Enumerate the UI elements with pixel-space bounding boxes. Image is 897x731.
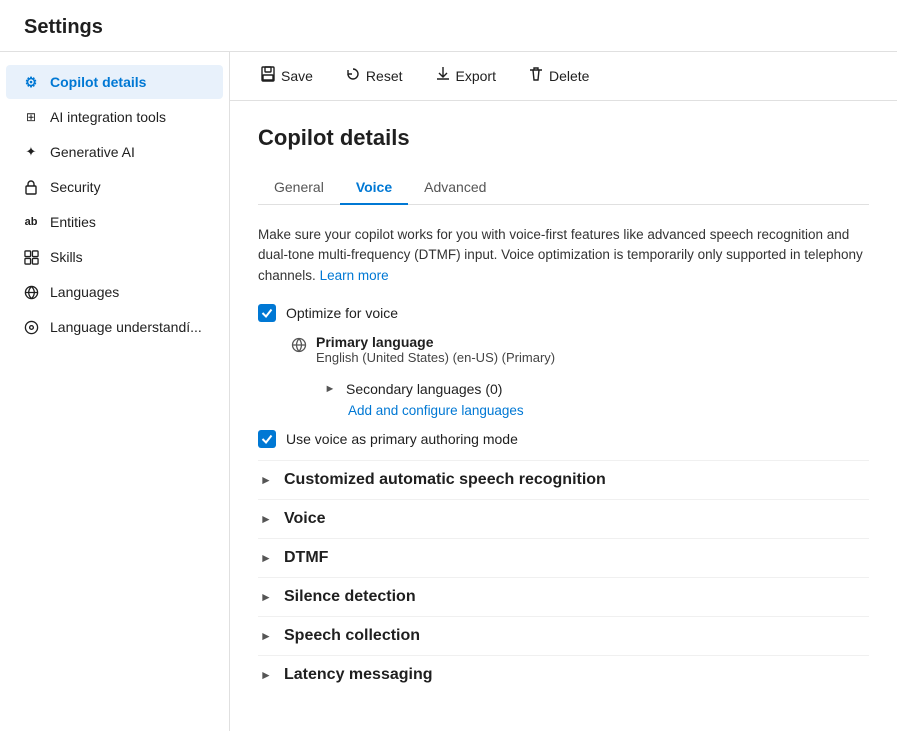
section-latency-messaging-label: Latency messaging xyxy=(284,666,433,684)
tabs-container: General Voice Advanced xyxy=(258,171,869,205)
add-configure-link[interactable]: Add and configure languages xyxy=(348,403,869,418)
languages-icon xyxy=(22,283,40,301)
sidebar-item-language-understanding[interactable]: Language understandí... xyxy=(6,310,223,344)
delete-icon xyxy=(528,66,544,86)
tab-advanced[interactable]: Advanced xyxy=(408,171,502,205)
link-icon: ⊞ xyxy=(22,108,40,126)
sidebar-item-languages[interactable]: Languages xyxy=(6,275,223,309)
section-dtmf-label: DTMF xyxy=(284,549,328,567)
chevron-right-icon: ► xyxy=(258,550,274,566)
section-latency-messaging[interactable]: ► Latency messaging xyxy=(258,655,869,694)
sidebar-item-label: Language understandí... xyxy=(50,319,202,335)
copilot-details-title: Copilot details xyxy=(258,125,869,151)
primary-lang-row: Primary language English (United States)… xyxy=(290,334,869,365)
sidebar-item-label: Languages xyxy=(50,284,119,300)
reset-label: Reset xyxy=(366,68,403,84)
optimize-voice-row[interactable]: Optimize for voice xyxy=(258,304,869,322)
section-custom-asr-label: Customized automatic speech recognition xyxy=(284,471,606,489)
chevron-right-icon: ► xyxy=(258,589,274,605)
skills-icon xyxy=(22,248,40,266)
export-icon xyxy=(435,66,451,86)
sidebar-item-security[interactable]: Security xyxy=(6,170,223,204)
chevron-right-icon: ► xyxy=(322,381,338,397)
use-voice-checkbox[interactable] xyxy=(258,430,276,448)
sidebar: ⚙ Copilot details ⊞ AI integration tools… xyxy=(0,52,230,731)
delete-button[interactable]: Delete xyxy=(522,62,595,90)
chevron-right-icon: ► xyxy=(258,667,274,683)
delete-label: Delete xyxy=(549,68,589,84)
main-layout: ⚙ Copilot details ⊞ AI integration tools… xyxy=(0,52,897,731)
primary-language-value: English (United States) (en-US) (Primary… xyxy=(316,350,555,365)
reset-button[interactable]: Reset xyxy=(339,62,409,90)
sidebar-item-label: Entities xyxy=(50,214,96,230)
sidebar-item-label: Skills xyxy=(50,249,83,265)
secondary-languages-label: Secondary languages (0) xyxy=(346,381,502,397)
section-voice[interactable]: ► Voice xyxy=(258,499,869,538)
export-button[interactable]: Export xyxy=(429,62,502,90)
sidebar-item-label: Security xyxy=(50,179,101,195)
chevron-right-icon: ► xyxy=(258,472,274,488)
lock-icon xyxy=(22,178,40,196)
export-label: Export xyxy=(456,68,496,84)
section-silence-detection-label: Silence detection xyxy=(284,588,416,606)
primary-language-label: Primary language xyxy=(316,334,555,350)
page-title: Settings xyxy=(24,16,873,39)
section-speech-collection[interactable]: ► Speech collection xyxy=(258,616,869,655)
voice-description: Make sure your copilot works for you wit… xyxy=(258,225,869,286)
content-area: Save Reset Export xyxy=(230,52,897,731)
sidebar-item-copilot-details[interactable]: ⚙ Copilot details xyxy=(6,65,223,99)
sidebar-item-skills[interactable]: Skills xyxy=(6,240,223,274)
chevron-right-icon: ► xyxy=(258,511,274,527)
sparkle-icon: ✦ xyxy=(22,143,40,161)
sidebar-item-ai-integration-tools[interactable]: ⊞ AI integration tools xyxy=(6,100,223,134)
sidebar-item-label: Copilot details xyxy=(50,74,146,90)
toolbar: Save Reset Export xyxy=(230,52,897,101)
sidebar-item-entities[interactable]: ab Entities xyxy=(6,205,223,239)
section-dtmf[interactable]: ► DTMF xyxy=(258,538,869,577)
lang-content: Primary language English (United States)… xyxy=(316,334,555,365)
gear-icon: ⚙ xyxy=(22,73,40,91)
save-button[interactable]: Save xyxy=(254,62,319,90)
save-icon xyxy=(260,66,276,86)
secondary-languages-row[interactable]: ► Secondary languages (0) xyxy=(322,375,869,403)
section-speech-collection-label: Speech collection xyxy=(284,627,420,645)
language-understanding-icon xyxy=(22,318,40,336)
sidebar-item-label: AI integration tools xyxy=(50,109,166,125)
optimize-voice-checkbox[interactable] xyxy=(258,304,276,322)
section-silence-detection[interactable]: ► Silence detection xyxy=(258,577,869,616)
section-voice-label: Voice xyxy=(284,510,326,528)
reset-icon xyxy=(345,66,361,86)
tab-general[interactable]: General xyxy=(258,171,340,205)
section-custom-asr[interactable]: ► Customized automatic speech recognitio… xyxy=(258,460,869,499)
use-voice-label: Use voice as primary authoring mode xyxy=(286,431,518,447)
optimize-voice-label: Optimize for voice xyxy=(286,305,398,321)
save-label: Save xyxy=(281,68,313,84)
learn-more-link[interactable]: Learn more xyxy=(320,268,389,283)
sidebar-item-label: Generative AI xyxy=(50,144,135,160)
use-voice-row[interactable]: Use voice as primary authoring mode xyxy=(258,430,869,448)
entities-icon: ab xyxy=(22,213,40,231)
primary-language-section: Primary language English (United States)… xyxy=(290,334,869,418)
app-header: Settings xyxy=(0,0,897,52)
language-icon xyxy=(290,336,308,354)
sidebar-item-generative-ai[interactable]: ✦ Generative AI xyxy=(6,135,223,169)
chevron-right-icon: ► xyxy=(258,628,274,644)
main-content: Copilot details General Voice Advanced M… xyxy=(230,101,897,731)
tab-voice[interactable]: Voice xyxy=(340,171,408,205)
